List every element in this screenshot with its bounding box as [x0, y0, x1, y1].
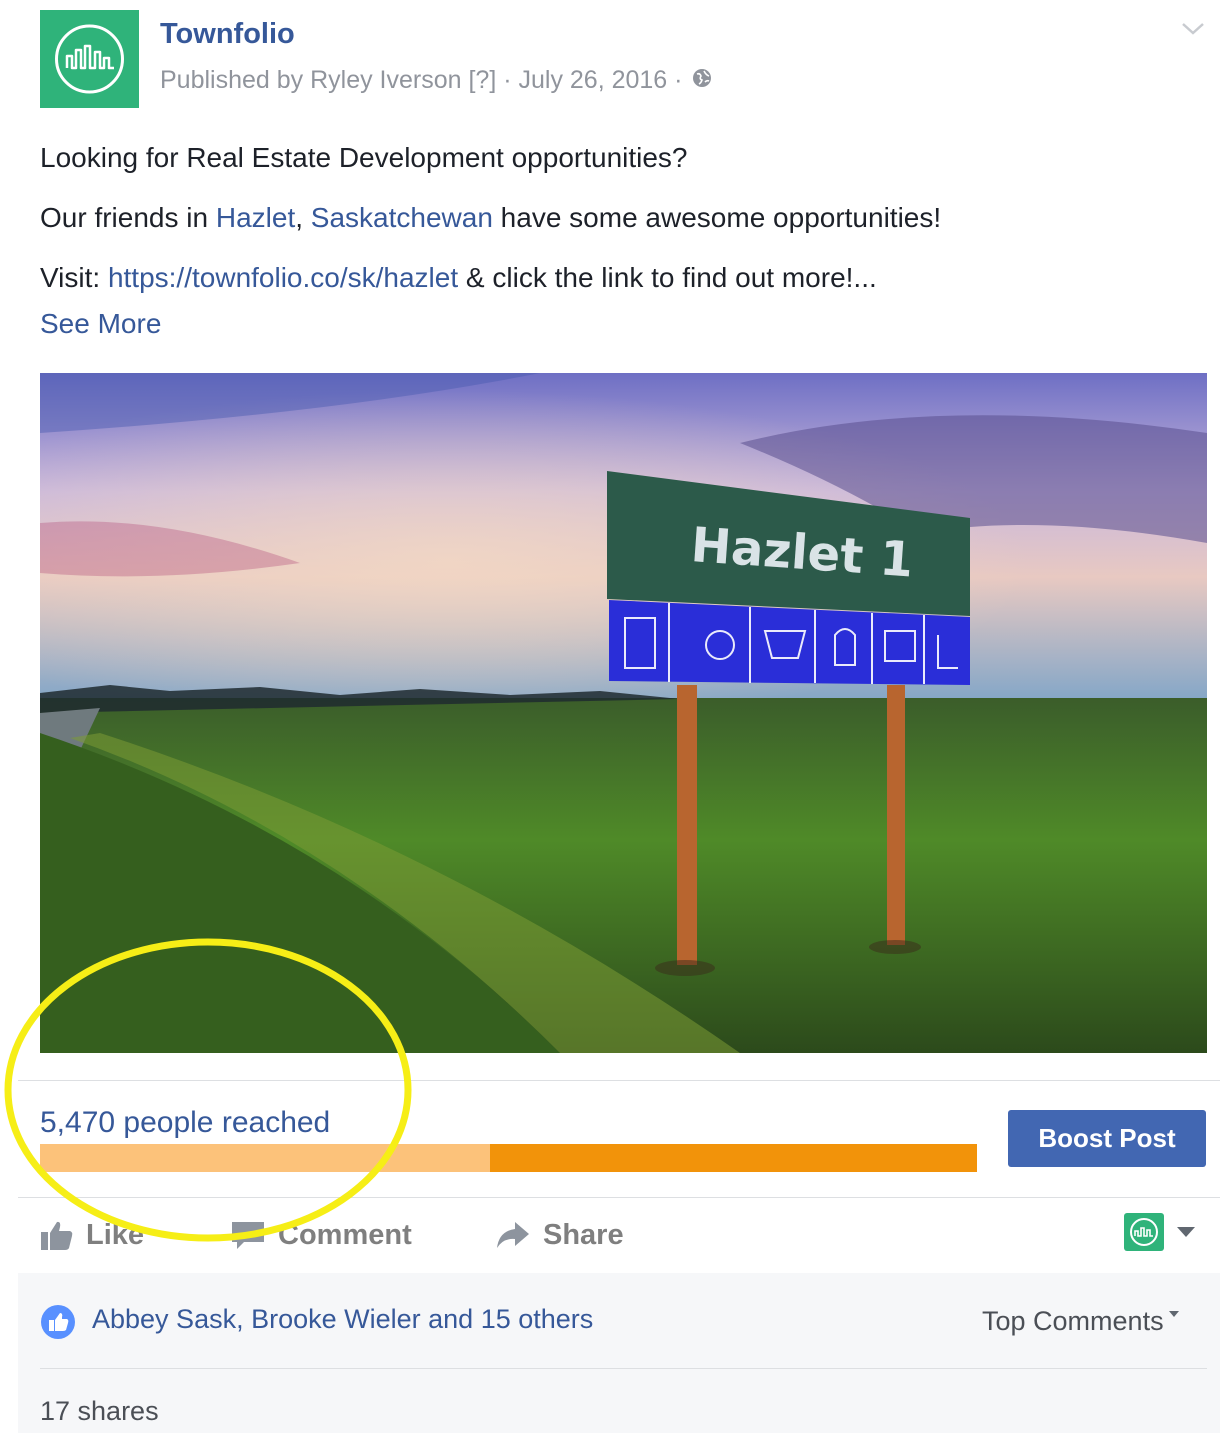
share-arrow-icon — [497, 1222, 529, 1248]
page-avatar[interactable] — [40, 10, 139, 108]
text-segment: , — [295, 202, 311, 233]
text-segment: Our friends in — [40, 202, 216, 233]
divider — [18, 1197, 1220, 1198]
share-button[interactable]: Share — [495, 1212, 624, 1258]
text-segment: have some awesome opportunities! — [492, 202, 942, 233]
post-as-avatar-icon[interactable] — [1124, 1213, 1164, 1251]
post-photo[interactable]: Hazlet 1 — [40, 373, 1207, 1053]
post-text-line-1: Looking for Real Estate Development oppo… — [40, 142, 688, 173]
hazlet-link[interactable]: Hazlet — [216, 202, 295, 233]
page-name-link[interactable]: Townfolio — [160, 18, 295, 51]
post-meta: Published by Ryley Iverson [?] · July 26… — [160, 66, 713, 96]
comment-label: Comment — [278, 1218, 412, 1251]
chevron-down-icon[interactable] — [1176, 1225, 1196, 1243]
comment-icon — [232, 1222, 264, 1249]
comment-button[interactable]: Comment — [230, 1212, 412, 1258]
post-text-line-2: Our friends in Hazlet, Saskatchewan have… — [40, 202, 941, 234]
like-reaction-icon — [40, 1304, 76, 1345]
published-by-text: Published by Ryley Iverson [?] · July 26… — [160, 66, 683, 94]
see-more-link[interactable]: See More — [40, 308, 161, 340]
townfolio-logo-icon — [55, 24, 124, 94]
divider — [40, 1368, 1207, 1369]
post-text-line-3: Visit: https://townfolio.co/sk/hazlet & … — [40, 262, 877, 294]
thumbs-up-icon — [41, 1221, 73, 1250]
top-comments-dropdown[interactable]: Top Comments — [982, 1306, 1180, 1337]
boost-post-button[interactable]: Boost Post — [1008, 1110, 1206, 1167]
text-segment: Visit: — [40, 262, 108, 293]
reach-bar — [40, 1144, 977, 1172]
caret-down-icon — [1168, 1311, 1179, 1317]
like-button[interactable]: Like — [40, 1212, 144, 1258]
shares-count-link[interactable]: 17 shares — [40, 1396, 159, 1427]
like-label: Like — [86, 1218, 145, 1251]
divider — [18, 1080, 1220, 1081]
text-segment: & click the link to find out more!... — [458, 262, 877, 293]
saskatchewan-link[interactable]: Saskatchewan — [311, 202, 493, 233]
likers-link[interactable]: Abbey Sask, Brooke Wieler and 15 others — [92, 1304, 593, 1335]
townfolio-url-link[interactable]: https://townfolio.co/sk/hazlet — [108, 262, 458, 293]
globe-icon — [691, 67, 713, 96]
post-options-chevron-icon[interactable] — [1180, 20, 1206, 43]
people-reached-link[interactable]: 5,470 people reached — [40, 1106, 330, 1140]
reactions-section — [18, 1273, 1220, 1433]
reach-organic-fill — [40, 1144, 490, 1172]
share-label: Share — [543, 1218, 624, 1251]
hazlet-sign-photo: Hazlet 1 — [40, 373, 1207, 1053]
top-comments-label: Top Comments — [982, 1306, 1164, 1336]
